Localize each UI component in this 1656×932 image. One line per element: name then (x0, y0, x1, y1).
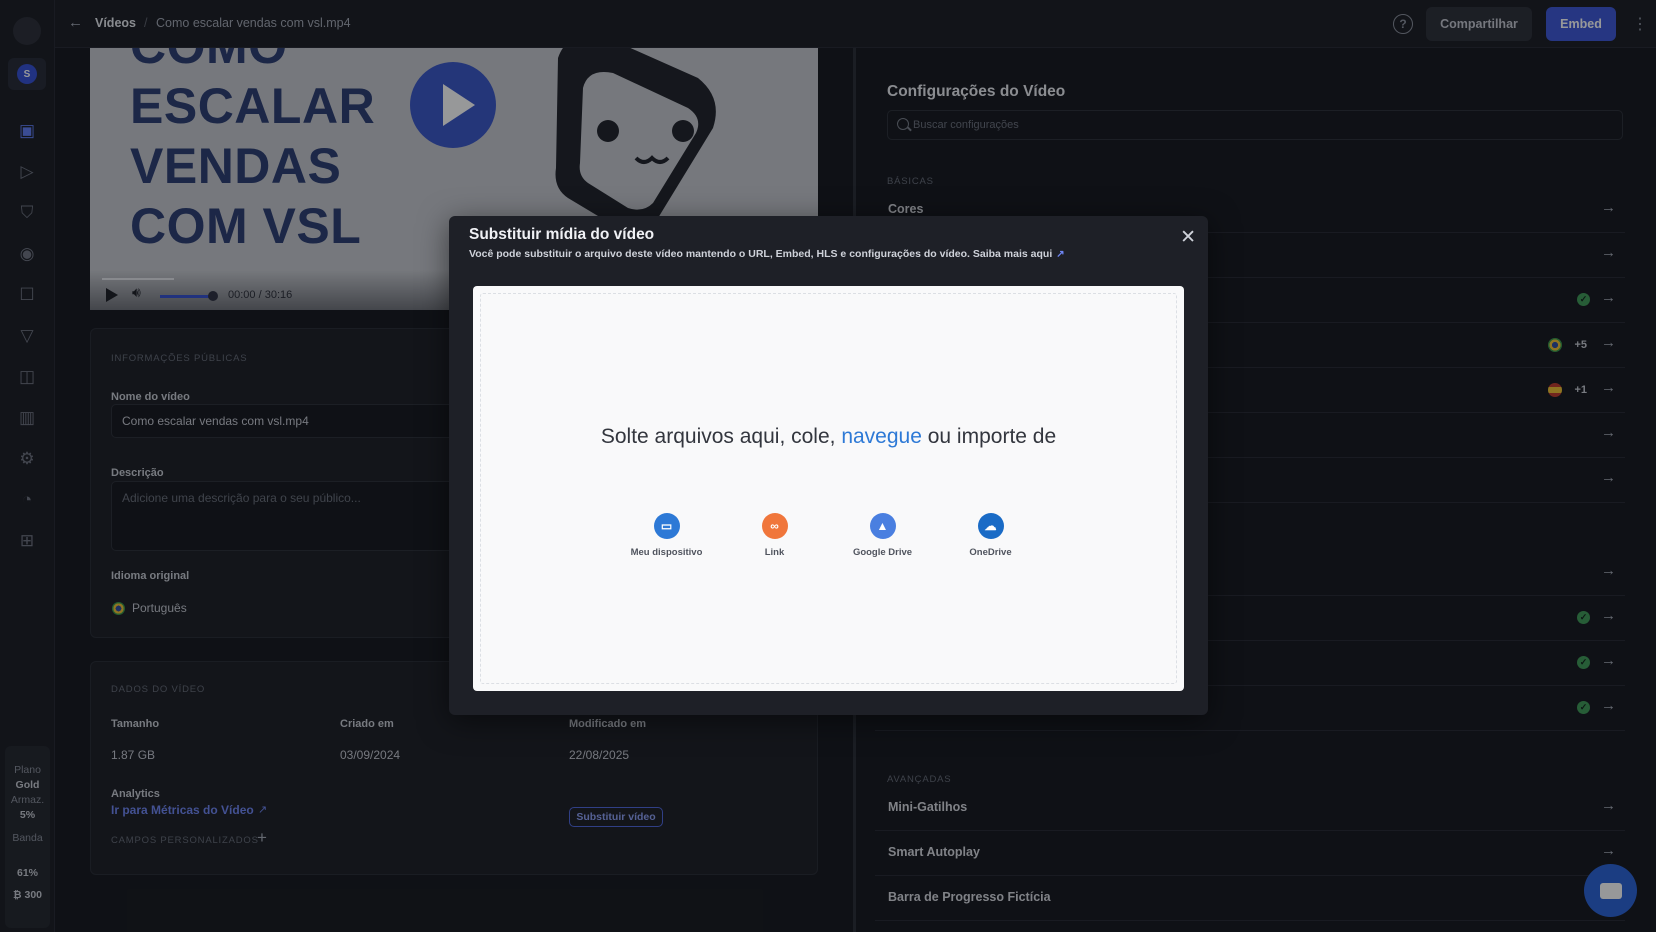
replace-media-modal: Substituir mídia do vídeo Você pode subs… (449, 216, 1208, 715)
dropzone-border: Solte arquivos aqui, cole, navegue ou im… (480, 293, 1177, 684)
drop-text-before: Solte arquivos aqui, cole, (600, 425, 842, 448)
modal-subtitle-text: Você pode substituir o arquivo deste víd… (469, 248, 1053, 260)
import-sources: ▭ Meu dispositivo ∞ Link ▲ Google Drive ☁ OneDr… (481, 513, 1176, 558)
import-source-google-drive[interactable]: ▲ Google Drive (847, 513, 919, 558)
import-source-label: Link (764, 547, 785, 558)
import-source-label: OneDrive (969, 547, 1012, 558)
link-icon: ∞ (761, 513, 788, 539)
import-source-link[interactable]: ∞ Link (739, 513, 811, 558)
close-icon[interactable]: ✕ (1180, 226, 1196, 249)
file-dropzone[interactable]: Solte arquivos aqui, cole, navegue ou im… (473, 286, 1184, 691)
onedrive-icon: ☁ (977, 513, 1004, 539)
import-source-onedrive[interactable]: ☁ OneDrive (955, 513, 1027, 558)
external-link-icon[interactable]: ↗ (1056, 249, 1064, 260)
browse-link[interactable]: navegue (841, 425, 922, 448)
import-source-label: Google Drive (852, 547, 913, 558)
drop-text-after: ou importe de (921, 425, 1057, 448)
import-source-folder[interactable]: ▭ Meu dispositivo (631, 513, 703, 558)
modal-subtitle: Você pode substituir o arquivo deste víd… (469, 248, 1065, 260)
drop-instructions: Solte arquivos aqui, cole, navegue ou im… (481, 422, 1176, 452)
modal-title: Substituir mídia do vídeo (469, 226, 655, 243)
google-drive-icon: ▲ (869, 513, 896, 539)
import-source-label: Meu dispositivo (630, 547, 703, 558)
folder-icon: ▭ (653, 513, 680, 539)
